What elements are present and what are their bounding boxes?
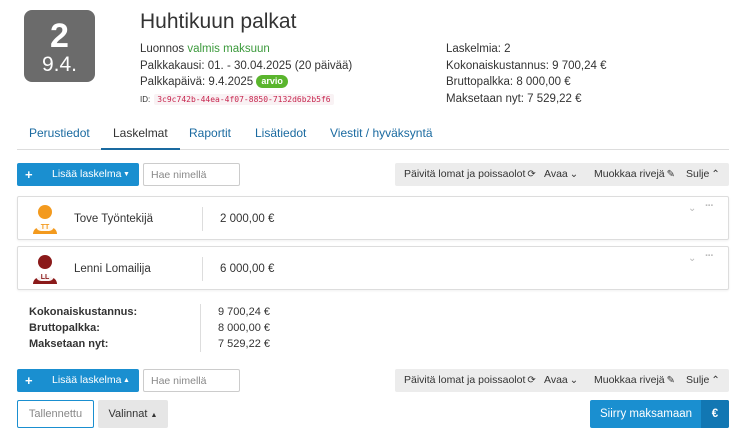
id-label: ID: bbox=[140, 94, 151, 104]
employee-amount: 2 000,00 € bbox=[220, 213, 275, 225]
add-calculation-button[interactable]: + Lisää laskelma ▲ bbox=[17, 369, 139, 392]
period-value: 01. - 30.04.2025 (20 päivää) bbox=[207, 59, 353, 72]
calculation-row[interactable]: LL Lenni Lomailija 6 000,00 € ⌄ ··· bbox=[17, 246, 729, 290]
search-input[interactable] bbox=[143, 369, 240, 392]
calculation-row[interactable]: TT Tove Työntekijä 2 000,00 € ⌄ ··· bbox=[17, 196, 729, 240]
close-button[interactable]: Sulje ⌃ bbox=[686, 163, 720, 186]
calculations-count: Laskelmia: 2 bbox=[446, 43, 511, 55]
date-badge: 2 9.4. bbox=[24, 10, 95, 82]
more-options-icon[interactable]: ··· bbox=[705, 200, 714, 212]
employee-avatar-icon: TT bbox=[33, 205, 57, 234]
header-gross-pay: Bruttopalkka: 8 000,00 € bbox=[446, 76, 571, 88]
employee-name[interactable]: Tove Työntekijä bbox=[74, 197, 153, 241]
gross-pay-value: 8 000,00 € bbox=[218, 322, 270, 334]
edit-rows-label: Muokkaa rivejä bbox=[594, 374, 665, 386]
tab-calculations[interactable]: Laskelmat bbox=[101, 118, 180, 150]
meta-right: Laskelmia: 2 Kokonaiskustannus: 9 700,24… bbox=[446, 41, 606, 107]
estimate-badge: arvio bbox=[256, 75, 288, 88]
bottom-toolbar: + Lisää laskelma ▲ Päivitä lomat ja pois… bbox=[17, 369, 729, 393]
tab-additional-info[interactable]: Lisätiedot bbox=[255, 118, 306, 150]
open-button[interactable]: Avaa ⌄ bbox=[544, 163, 578, 186]
action-bar: Päivitä lomat ja poissaolot ⟳ Avaa ⌄ Muokk… bbox=[395, 369, 729, 392]
plus-icon: + bbox=[25, 167, 33, 182]
update-absences-label: Päivitä lomat ja poissaolot bbox=[404, 374, 526, 386]
expand-chevron-icon[interactable]: ⌄ bbox=[688, 203, 696, 214]
header-payable-now: Maksetaan nyt: 7 529,22 € bbox=[446, 92, 582, 105]
action-bar: Päivitä lomat ja poissaolot ⟳ Avaa ⌄ Muokk… bbox=[395, 163, 729, 186]
row-divider bbox=[202, 257, 203, 281]
payday-line: Palkkapäivä: 9.4.2025 arvio bbox=[140, 74, 352, 91]
chevron-up-icon: ⌃ bbox=[711, 169, 720, 180]
caret-up-icon: ▲ bbox=[123, 377, 130, 384]
top-toolbar: + Lisää laskelma ▼ Päivitä lomat ja pois… bbox=[17, 163, 729, 187]
status-value: valmis maksuun bbox=[187, 43, 270, 55]
add-calculation-label: Lisää laskelma bbox=[52, 374, 122, 386]
proceed-to-payment-label: Siirry maksamaan bbox=[600, 408, 693, 420]
add-calculation-label: Lisää laskelma bbox=[52, 168, 122, 180]
badge-day: 2 bbox=[50, 17, 69, 55]
proceed-to-payment-button[interactable]: Siirry maksamaan € bbox=[590, 400, 729, 428]
payday-value: 9.4.2025 bbox=[208, 76, 254, 88]
id-line: ID: 3c9c742b-44ea-4f07-8850-7132d6b2b5f6 bbox=[140, 92, 352, 109]
tab-basic-info[interactable]: Perustiedot bbox=[29, 118, 90, 150]
expand-chevron-icon[interactable]: ⌄ bbox=[688, 253, 696, 264]
period-label: Palkkakausi: bbox=[140, 59, 205, 72]
svg-text:LL: LL bbox=[41, 274, 50, 281]
edit-rows-button[interactable]: Muokkaa rivejä ✎ bbox=[594, 369, 675, 392]
payday-label: Palkkapäivä: bbox=[140, 76, 206, 88]
euro-icon[interactable]: € bbox=[701, 400, 729, 428]
status-line: Luonnos valmis maksuun bbox=[140, 41, 352, 58]
chevron-up-icon: ⌃ bbox=[711, 375, 720, 386]
options-button[interactable]: Valinnat ▲ bbox=[98, 400, 168, 428]
row-divider bbox=[202, 207, 203, 231]
saved-button[interactable]: Tallennettu bbox=[17, 400, 94, 428]
payable-now-label: Maksetaan nyt: bbox=[29, 338, 109, 350]
badge-month: 9.4. bbox=[41, 53, 78, 76]
header-total-cost: Kokonaiskustannus: 9 700,24 € bbox=[446, 59, 607, 72]
more-options-icon[interactable]: ··· bbox=[705, 250, 714, 262]
chevron-down-icon: ⌄ bbox=[569, 169, 579, 180]
open-label: Avaa bbox=[544, 374, 568, 386]
search-input[interactable] bbox=[143, 163, 240, 186]
plus-icon: + bbox=[25, 373, 33, 388]
update-absences-button[interactable]: Päivitä lomat ja poissaolot ⟳ bbox=[404, 369, 536, 392]
chevron-down-icon: ⌄ bbox=[569, 375, 579, 386]
update-absences-label: Päivitä lomat ja poissaolot bbox=[404, 168, 526, 180]
caret-up-icon: ▲ bbox=[150, 412, 158, 419]
svg-text:TT: TT bbox=[41, 224, 50, 231]
tab-messages-approval[interactable]: Viestit / hyväksyntä bbox=[330, 118, 433, 150]
pencil-icon: ✎ bbox=[666, 169, 676, 180]
update-absences-button[interactable]: Päivitä lomat ja poissaolot ⟳ bbox=[404, 163, 536, 186]
open-label: Avaa bbox=[544, 168, 568, 180]
close-label: Sulje bbox=[686, 168, 710, 180]
caret-down-icon: ▼ bbox=[123, 171, 130, 178]
employee-amount: 6 000,00 € bbox=[220, 263, 275, 275]
period-line: Palkkakausi: 01. - 30.04.2025 (20 päivää… bbox=[140, 58, 352, 75]
total-cost-value: 9 700,24 € bbox=[218, 306, 270, 318]
options-label: Valinnat bbox=[108, 408, 148, 420]
totals-divider bbox=[200, 304, 201, 352]
close-label: Sulje bbox=[686, 374, 710, 386]
page-title: Huhtikuun palkat bbox=[140, 10, 297, 33]
employee-name[interactable]: Lenni Lomailija bbox=[74, 247, 151, 291]
refresh-icon: ⟳ bbox=[527, 169, 536, 180]
id-value: 3c9c742b-44ea-4f07-8850-7132d6b2b5f6 bbox=[154, 93, 334, 105]
pencil-icon: ✎ bbox=[666, 375, 676, 386]
meta-left: Luonnos valmis maksuun Palkkakausi: 01. … bbox=[140, 41, 352, 108]
tab-bar: Perustiedot Laskelmat Raportit Lisätiedo… bbox=[17, 118, 729, 150]
tab-reports[interactable]: Raportit bbox=[189, 118, 231, 150]
total-cost-label: Kokonaiskustannus: bbox=[29, 306, 138, 318]
edit-rows-label: Muokkaa rivejä bbox=[594, 168, 665, 180]
add-calculation-button[interactable]: + Lisää laskelma ▼ bbox=[17, 163, 139, 186]
gross-pay-label: Bruttopalkka: bbox=[29, 322, 100, 334]
close-button[interactable]: Sulje ⌃ bbox=[686, 369, 720, 392]
employee-avatar-icon: LL bbox=[33, 255, 57, 284]
status-prefix: Luonnos bbox=[140, 43, 185, 55]
open-button[interactable]: Avaa ⌄ bbox=[544, 369, 578, 392]
edit-rows-button[interactable]: Muokkaa rivejä ✎ bbox=[594, 163, 675, 186]
payable-now-value: 7 529,22 € bbox=[218, 338, 270, 350]
refresh-icon: ⟳ bbox=[527, 375, 536, 386]
